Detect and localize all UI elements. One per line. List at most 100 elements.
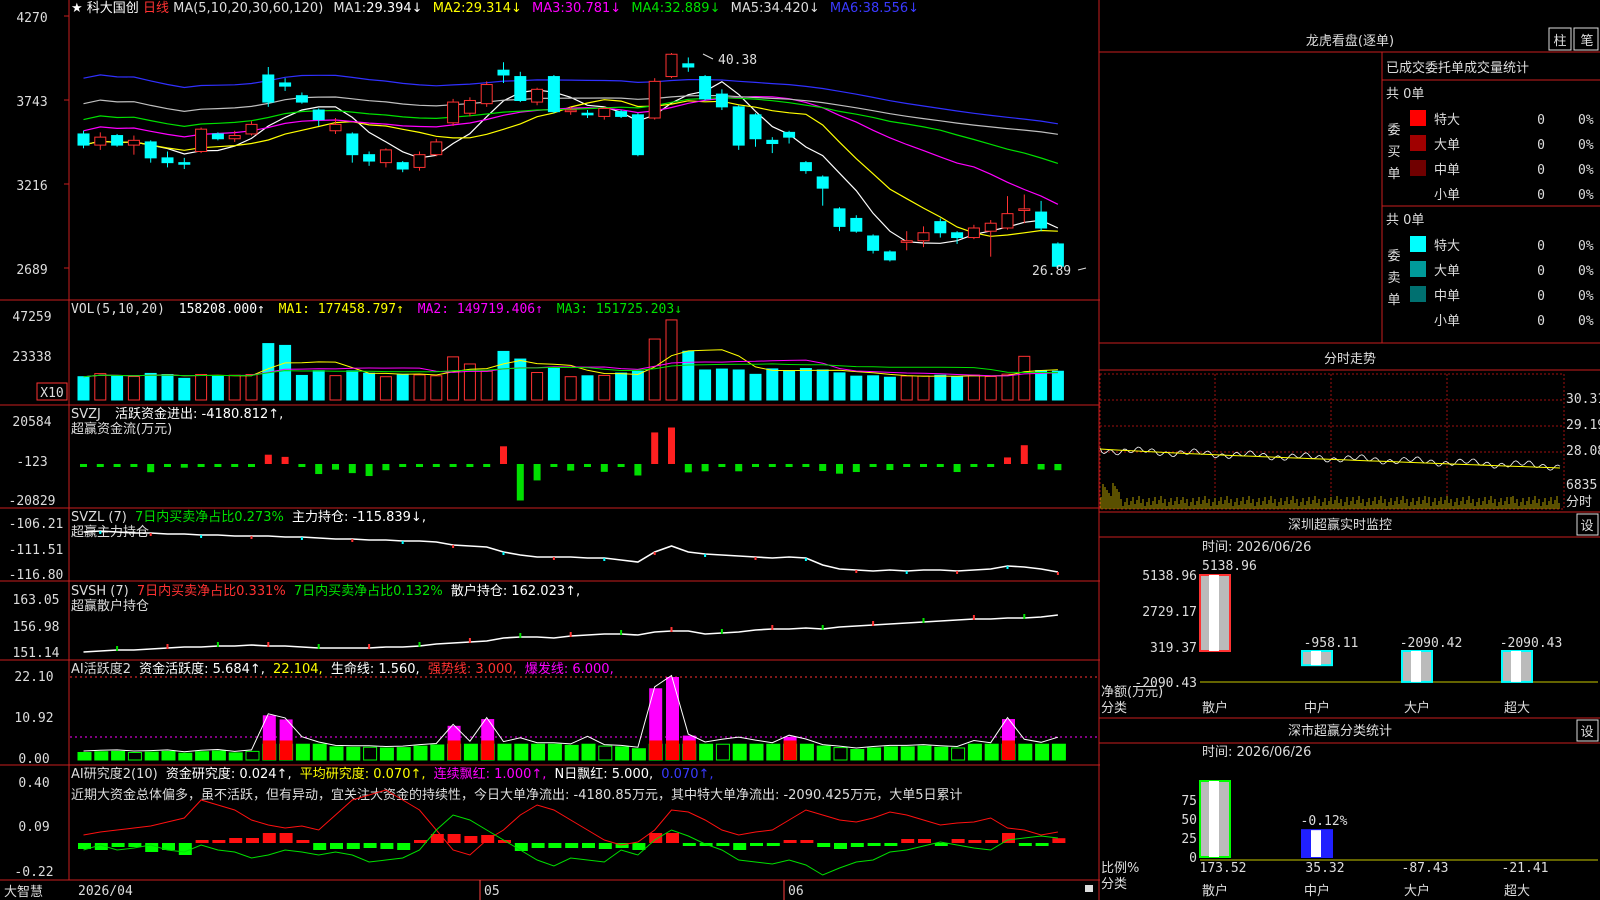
- candle-body[interactable]: [951, 232, 964, 239]
- candle-body[interactable]: [396, 162, 409, 170]
- ai2-tick: 0.00: [18, 752, 49, 767]
- candle-body[interactable]: [447, 101, 460, 124]
- sz-class-settings-label: 设: [1580, 725, 1593, 740]
- svsh-title: SVSH (7): [71, 584, 129, 599]
- volume-bar: [379, 376, 392, 401]
- order-color-swatch: [1410, 135, 1426, 151]
- candle-body[interactable]: [917, 232, 930, 242]
- order-side-label: 单: [1387, 293, 1400, 308]
- candle-body[interactable]: [547, 76, 560, 113]
- svsh-tick-mark: [569, 632, 572, 637]
- svzj-bar: [298, 464, 306, 467]
- candle-body[interactable]: [379, 149, 392, 164]
- candle-body[interactable]: [127, 139, 140, 146]
- candle-body[interactable]: [883, 251, 896, 261]
- candle-body[interactable]: [1051, 243, 1064, 267]
- ai2-bar: [161, 750, 176, 761]
- candle-body[interactable]: [144, 141, 157, 159]
- candle-body[interactable]: [312, 109, 325, 121]
- candle-body[interactable]: [850, 217, 863, 232]
- candle-body[interactable]: [346, 133, 359, 156]
- svzj-bar: [836, 464, 843, 474]
- candle-body[interactable]: [295, 95, 308, 103]
- candle-body[interactable]: [94, 136, 107, 146]
- candle-body[interactable]: [245, 123, 258, 135]
- candle-body[interactable]: [799, 162, 812, 172]
- svzj-bar: [96, 464, 104, 467]
- candle-body[interactable]: [329, 123, 342, 132]
- candle-body[interactable]: [715, 93, 728, 108]
- research-bar: [834, 843, 847, 849]
- candle-body[interactable]: [699, 76, 712, 100]
- star-icon[interactable]: ★: [71, 1, 83, 16]
- candle-body[interactable]: [732, 106, 745, 146]
- volume-bar: [497, 350, 510, 401]
- candle-body[interactable]: [228, 135, 241, 140]
- intraday-title: 分时走势: [1324, 351, 1376, 367]
- candle-body[interactable]: [77, 133, 90, 146]
- ai2-bar: [766, 743, 781, 761]
- order-pct: 0%: [1578, 113, 1594, 128]
- candle-body[interactable]: [749, 114, 762, 140]
- volume-bar: [967, 374, 980, 401]
- candle-body[interactable]: [161, 157, 174, 164]
- candle-body[interactable]: [480, 84, 493, 105]
- candle-body[interactable]: [262, 74, 275, 103]
- ai2-red-bar: [682, 740, 696, 760]
- candle-body[interactable]: [497, 69, 510, 76]
- candle-body[interactable]: [934, 221, 947, 234]
- research-bar: [296, 840, 310, 843]
- ai2-bar: [1051, 743, 1066, 761]
- research-bar: [531, 843, 545, 848]
- candle-body[interactable]: [682, 63, 695, 68]
- volume-bar: [1001, 373, 1014, 401]
- candle-body[interactable]: [867, 235, 880, 251]
- res-tick: 0.09: [18, 820, 49, 835]
- candle-body[interactable]: [900, 240, 913, 243]
- candle-body[interactable]: [816, 176, 829, 189]
- candle-body[interactable]: [211, 133, 224, 140]
- candle-body[interactable]: [514, 76, 527, 101]
- candle-body[interactable]: [564, 109, 577, 113]
- candle-body[interactable]: [833, 208, 846, 227]
- svzj-tick: 20584: [12, 415, 51, 430]
- candle-body[interactable]: [1018, 208, 1031, 211]
- candle-body[interactable]: [665, 53, 678, 78]
- svzl-tick-mark: [704, 554, 707, 557]
- candle-body[interactable]: [178, 162, 191, 165]
- sz-monitor-settings-label: 设: [1580, 519, 1593, 534]
- stats-tabs[interactable]: 已成交委托单成交量统计: [1386, 60, 1529, 76]
- candle-body[interactable]: [363, 154, 376, 162]
- candle-body[interactable]: [967, 227, 980, 239]
- candle-body[interactable]: [766, 139, 779, 145]
- volume-bar: [127, 376, 140, 401]
- candle-body[interactable]: [1035, 211, 1048, 229]
- candle-body[interactable]: [195, 128, 208, 152]
- svzl-tick-mark: [804, 558, 807, 561]
- research-bar: [1018, 843, 1032, 846]
- candle-body[interactable]: [430, 141, 443, 156]
- candle-body[interactable]: [531, 88, 544, 103]
- price-header: ★ 科大国创 日线 MA(5,10,20,30,60,120) MA1:29.3…: [71, 1, 919, 16]
- candle-body[interactable]: [463, 99, 476, 114]
- candle-body[interactable]: [783, 131, 796, 138]
- candle-body[interactable]: [279, 82, 292, 87]
- candle-body[interactable]: [984, 222, 997, 232]
- candle-body[interactable]: [413, 154, 426, 168]
- order-count: 共 0单: [1386, 87, 1424, 102]
- candle-body[interactable]: [598, 107, 611, 117]
- candle-body[interactable]: [631, 114, 644, 156]
- ma1-value: 29.394↓: [366, 1, 422, 16]
- candle-body[interactable]: [581, 112, 594, 116]
- candle-body[interactable]: [615, 111, 628, 117]
- order-side-label: 委: [1387, 123, 1400, 138]
- candle-body[interactable]: [1001, 213, 1014, 229]
- svzj-chart: [80, 427, 1062, 501]
- svzj-bar: [852, 464, 860, 473]
- candle-body[interactable]: [111, 135, 124, 146]
- period-label[interactable]: 日线: [143, 1, 169, 16]
- res-title: AI研究度2(10): [71, 766, 158, 782]
- candle-body[interactable]: [648, 80, 661, 119]
- lock-icon[interactable]: [1085, 885, 1093, 892]
- price-tick: 2689: [16, 263, 47, 278]
